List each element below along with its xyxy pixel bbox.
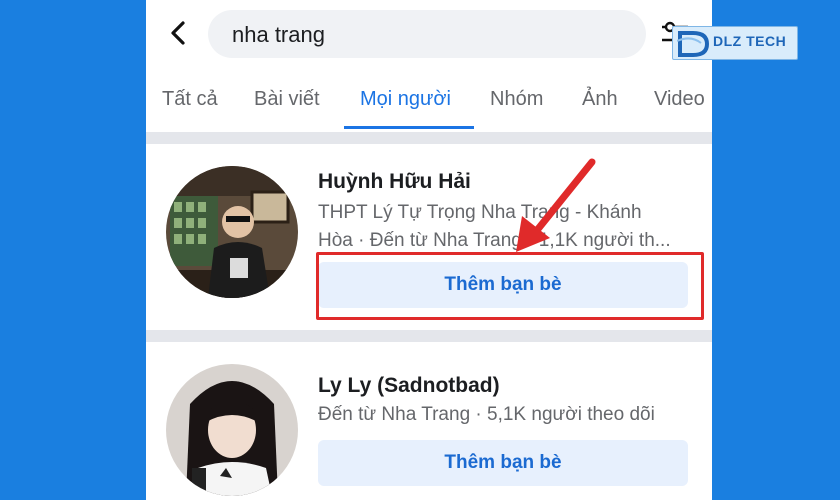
tab-posts[interactable]: Bài viết — [254, 88, 320, 111]
tab-people[interactable]: Mọi người — [360, 88, 451, 111]
back-arrow-icon — [171, 21, 185, 45]
search-tabs: Tất cả Bài viết Mọi người Nhóm Ảnh Video — [146, 76, 712, 130]
search-input[interactable]: nha trang — [208, 10, 646, 58]
logo-mark-icon — [677, 31, 710, 57]
tab-photos[interactable]: Ảnh — [582, 88, 618, 111]
avatar[interactable] — [166, 364, 298, 496]
person-detail: Đến từ Nha Trang · 5,1K người theo dõi — [318, 404, 655, 425]
top-bar: nha trang — [146, 0, 712, 68]
divider — [146, 132, 712, 144]
add-friend-button[interactable]: Thêm bạn bè — [318, 440, 688, 486]
tab-groups[interactable]: Nhóm — [490, 88, 543, 111]
avatar[interactable] — [166, 166, 298, 298]
active-tab-indicator — [344, 126, 474, 129]
tab-videos[interactable]: Video — [654, 88, 705, 111]
person-detail: Hòa · Đến từ Nha Trang · 1,1K người th..… — [318, 230, 671, 251]
highlight-box — [316, 252, 704, 320]
phone-screen: nha trang Tất cả Bài viết Mọi người Nhóm… — [146, 0, 712, 500]
result-card[interactable]: Ly Ly (Sadnotbad) Đến từ Nha Trang · 5,1… — [146, 342, 712, 500]
search-query: nha trang — [232, 22, 325, 47]
divider — [146, 330, 712, 342]
logo-text: DLZ TECH — [713, 33, 787, 49]
back-button[interactable] — [164, 18, 194, 48]
red-arrow-annotation — [516, 158, 596, 252]
watermark-logo: DLZ TECH — [672, 26, 798, 60]
person-name[interactable]: Huỳnh Hữu Hải — [318, 170, 471, 194]
person-name[interactable]: Ly Ly (Sadnotbad) — [318, 374, 500, 398]
tab-all[interactable]: Tất cả — [162, 88, 218, 111]
